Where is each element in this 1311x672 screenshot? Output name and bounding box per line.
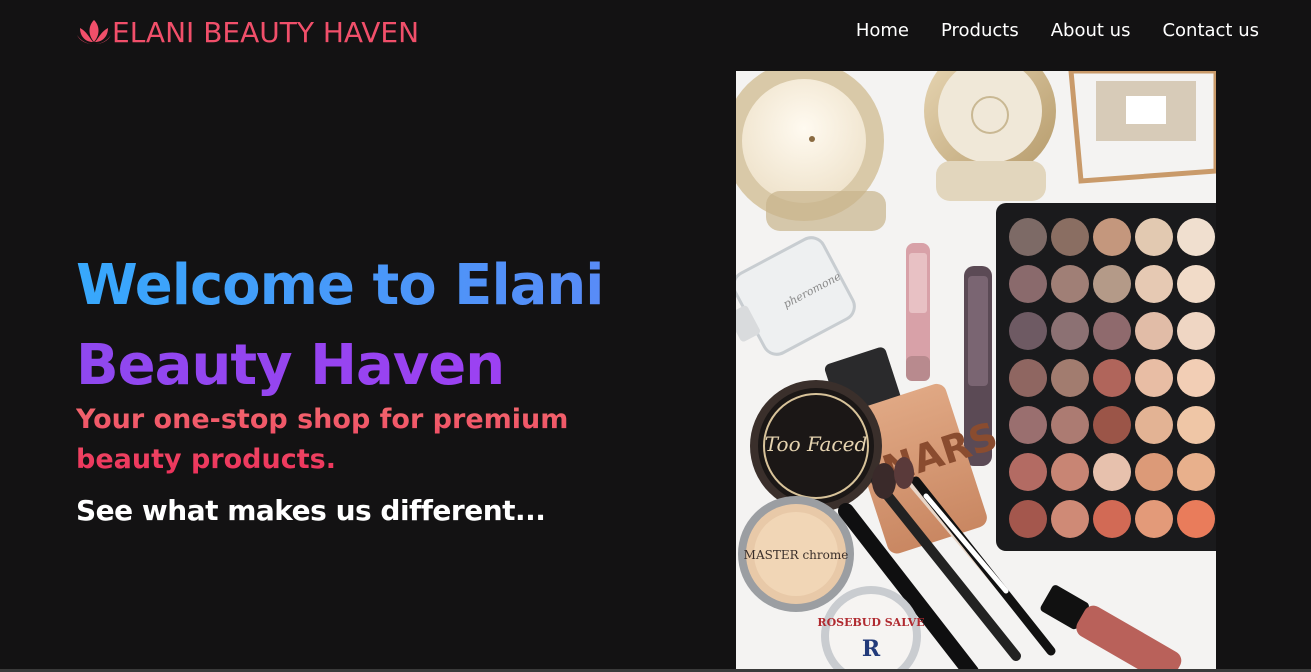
eyeshadow-pan	[1009, 500, 1047, 538]
candle-center	[924, 71, 1056, 201]
hero-section: Welcome to Elani Beauty Haven Your one-s…	[76, 246, 696, 527]
powder-compact: Too Faced	[750, 380, 882, 512]
hero-tagline: Your one-stop shop for premium beauty pr…	[76, 400, 596, 480]
nav-home-link[interactable]: Home	[856, 18, 909, 44]
eyeshadow-pan	[1051, 453, 1089, 491]
eyeshadow-palette	[996, 203, 1216, 551]
eyeshadow-pan	[1177, 312, 1215, 350]
eyeshadow-pan	[1177, 406, 1215, 444]
eyeshadow-pan	[1093, 500, 1131, 538]
makeup-flatlay-illustration: pheromone NARS Too Faced MASTER chrome R…	[736, 71, 1216, 672]
tin-letter: R	[862, 636, 881, 662]
eyeshadow-pan	[1177, 453, 1215, 491]
hero-headline-line2: Beauty Haven	[76, 326, 696, 406]
tin-brand: ROSEBUD SALVE	[817, 616, 924, 629]
hero-cta-text: See what makes us different...	[76, 494, 546, 527]
hero-headline: Welcome to Elani Beauty Haven	[76, 246, 696, 406]
eyeshadow-pan	[1093, 265, 1131, 303]
brand-name: ELANI BEAUTY HAVEN	[112, 15, 420, 49]
highlighter-compact: MASTER chrome	[738, 496, 854, 612]
eyeshadow-pan	[1051, 500, 1089, 538]
eyeshadow-pan	[1093, 218, 1131, 256]
eyeshadow-pan	[1051, 359, 1089, 397]
mascara-tube	[906, 243, 930, 381]
eyeshadow-pan	[1135, 312, 1173, 350]
eyeshadow-pan	[1177, 218, 1215, 256]
nav-about-link[interactable]: About us	[1051, 18, 1131, 44]
eyeshadow-pan	[1009, 359, 1047, 397]
eyeshadow-pan	[1051, 218, 1089, 256]
main-nav: Home Products About us Contact us	[856, 18, 1259, 44]
hero-headline-line1: Welcome to Elani	[76, 246, 696, 326]
eyeshadow-pan	[1177, 265, 1215, 303]
eyeshadow-pan	[1135, 265, 1173, 303]
top-navigation-bar: ELANI BEAUTY HAVEN Home Products About u…	[0, 0, 1311, 64]
eyeshadow-pan	[1093, 359, 1131, 397]
eyeshadow-pan	[1093, 312, 1131, 350]
eyeshadow-pan	[1051, 312, 1089, 350]
eyeshadow-pan	[1009, 218, 1047, 256]
nav-products-link[interactable]: Products	[941, 18, 1019, 44]
eyeshadow-pan	[1009, 312, 1047, 350]
nav-contact-link[interactable]: Contact us	[1162, 18, 1259, 44]
eyeshadow-pan	[1135, 406, 1173, 444]
eyeshadow-pan	[1093, 453, 1131, 491]
lotus-icon	[77, 20, 111, 44]
powder-brand: Too Faced	[765, 432, 868, 456]
eyeshadow-pan	[1009, 265, 1047, 303]
eyeshadow-pan	[1177, 500, 1215, 538]
eyeshadow-pan	[1135, 359, 1173, 397]
eyeshadow-pan	[1093, 406, 1131, 444]
eyeshadow-pan	[1009, 453, 1047, 491]
eyeshadow-pan	[1009, 406, 1047, 444]
eyeshadow-pan	[1177, 359, 1215, 397]
brand-logo-link[interactable]: ELANI BEAUTY HAVEN	[76, 14, 419, 50]
hero-makeup-image: pheromone NARS Too Faced MASTER chrome R…	[736, 71, 1216, 672]
eyeshadow-pan	[1051, 265, 1089, 303]
highlighter-brand: MASTER chrome	[744, 548, 849, 562]
eyeshadow-pan	[1051, 406, 1089, 444]
eyeshadow-pan	[1135, 218, 1173, 256]
eyeshadow-pan	[1135, 453, 1173, 491]
eyeshadow-pan	[1135, 500, 1173, 538]
